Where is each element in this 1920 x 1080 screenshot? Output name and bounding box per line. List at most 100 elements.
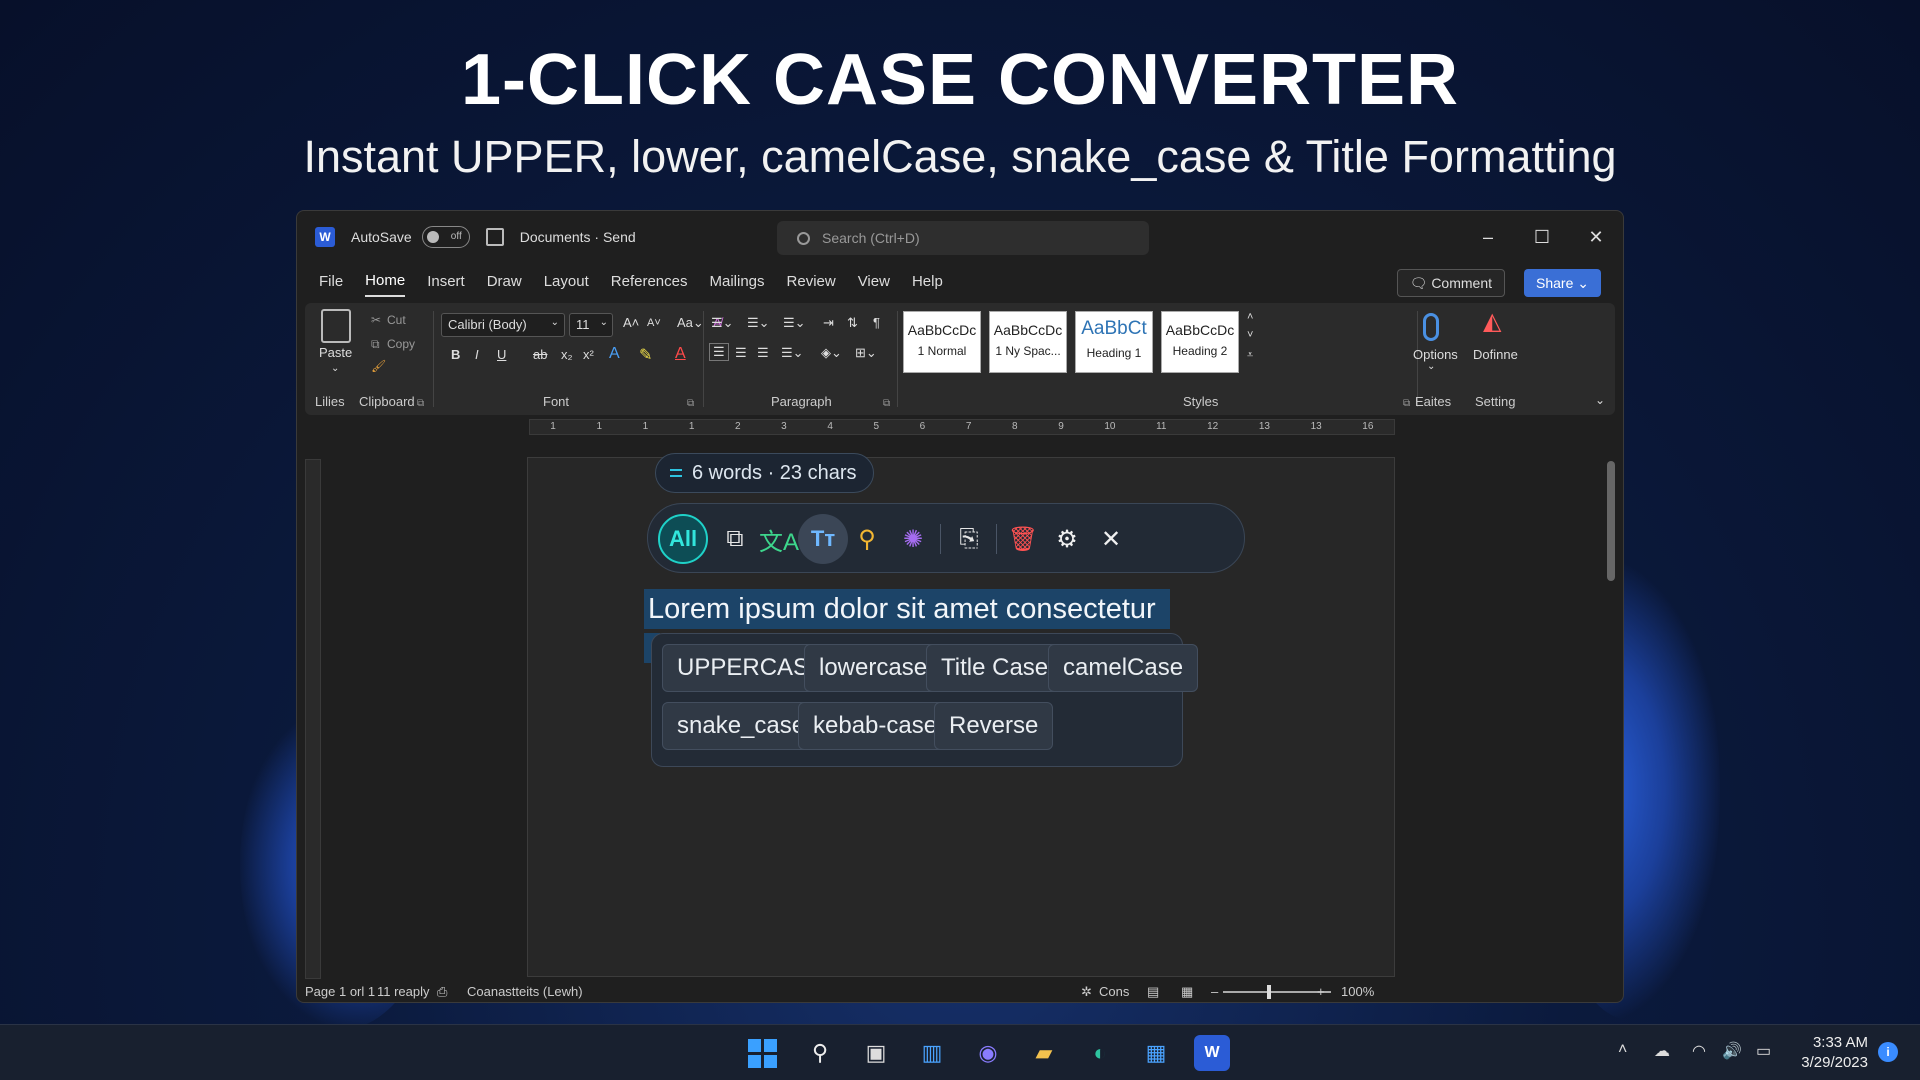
styles-scroll-up-icon[interactable]: ˄ [1247, 311, 1253, 323]
lowercase-button[interactable]: lowercase [804, 644, 943, 692]
search-icon[interactable]: ⚲ [842, 514, 892, 564]
options-label[interactable]: Options [1413, 347, 1458, 362]
edge-browser-icon[interactable]: ◐ [1082, 1035, 1118, 1071]
strikethrough-icon[interactable]: ab [533, 347, 547, 362]
tab-layout[interactable]: Layout [544, 267, 589, 296]
tab-insert[interactable]: Insert [427, 267, 465, 296]
format-painter-icon[interactable]: 🖌 [371, 359, 386, 373]
subscript-icon[interactable]: x₂ [561, 347, 573, 362]
kebab-case-button[interactable]: kebab-case [798, 702, 953, 750]
tray-chevron-icon[interactable]: ˄ [1618, 1041, 1627, 1059]
borders-icon[interactable]: ⊞⌄ [855, 345, 877, 361]
camelcase-button[interactable]: camelCase [1048, 644, 1199, 692]
style-heading-2[interactable]: AaBbCcDc Heading 2 [1161, 311, 1239, 373]
cut-label[interactable]: Cut [387, 313, 406, 327]
paste-label[interactable]: Paste [319, 345, 352, 360]
reverse-button[interactable]: Reverse [934, 702, 1054, 750]
highlight-icon[interactable]: ✎ [639, 345, 652, 365]
selected-text[interactable]: Lorem ipsum dolor sit amet consectetur [644, 589, 1170, 629]
save-icon[interactable] [485, 228, 504, 246]
font-name-select[interactable]: Calibri (Body) ⌄ [441, 313, 565, 337]
bookmark-add-icon[interactable]: ⎘ [944, 514, 994, 564]
onedrive-cloud-icon[interactable]: ☁ [1654, 1041, 1670, 1061]
styles-scroll-down-icon[interactable]: ˅ [1247, 329, 1253, 341]
italic-icon[interactable]: I [475, 347, 479, 362]
numbering-icon[interactable]: ☰⌄ [747, 315, 770, 331]
align-left-icon[interactable]: ☰ [709, 343, 729, 361]
language-status[interactable]: Coanastteits (Lewh) [467, 984, 583, 999]
battery-icon[interactable]: ▭ [1756, 1041, 1771, 1061]
options-chevron-icon[interactable]: ⌄ [1427, 361, 1435, 372]
tab-references[interactable]: References [611, 267, 688, 296]
styles-more-icon[interactable]: ⩡ [1247, 349, 1253, 362]
sort-icon[interactable]: ⇅ [847, 315, 858, 331]
notification-badge[interactable]: i [1878, 1042, 1898, 1062]
font-launcher-icon[interactable]: ⧉ [687, 398, 694, 409]
indent-icon[interactable]: ⇥ [823, 315, 834, 331]
cut-icon[interactable]: ✂ [371, 313, 381, 327]
vertical-ruler[interactable] [305, 459, 321, 979]
tab-mailings[interactable]: Mailings [709, 267, 764, 296]
change-case-icon[interactable]: Aa⌄ [677, 315, 704, 331]
file-explorer-icon[interactable]: ▰ [1026, 1035, 1062, 1071]
share-button[interactable]: Share ⌄ [1524, 269, 1601, 297]
read-mode-icon[interactable]: ▤ [1147, 984, 1159, 1000]
wifi-icon[interactable]: ◠ [1692, 1041, 1706, 1061]
tab-draw[interactable]: Draw [487, 267, 522, 296]
style-no-spacing[interactable]: AaBbCcDc 1 Ny Spac... [989, 311, 1067, 373]
tab-file[interactable]: File [319, 267, 343, 296]
bullets-icon[interactable]: ☰⌄ [711, 315, 734, 331]
copy-icon[interactable]: ⧉ [710, 514, 760, 564]
settings-gear-icon[interactable]: ⚙ [1042, 514, 1092, 564]
zoom-level[interactable]: 100% [1341, 984, 1374, 999]
translate-icon[interactable]: 文A [754, 514, 804, 564]
select-all-button[interactable]: All [658, 514, 708, 564]
title-case-button[interactable]: Title Case [926, 644, 1064, 692]
align-center-icon[interactable]: ☰ [735, 345, 747, 361]
comment-button[interactable]: 🗨 Comment [1396, 269, 1505, 297]
page-count[interactable]: Page 1 orl 1 [305, 984, 375, 999]
dofinne-label[interactable]: Dofinne [1473, 347, 1518, 362]
styles-launcher-icon[interactable]: ⧉ [1403, 398, 1410, 409]
grow-font-icon[interactable]: A˄ [623, 315, 639, 330]
minimize-button[interactable]: – [1461, 211, 1515, 263]
snake-case-button[interactable]: snake_case [662, 702, 821, 750]
dofinne-icon[interactable]: ◭ [1483, 307, 1501, 336]
tab-view[interactable]: View [858, 267, 890, 296]
system-clock[interactable]: 3:33 AM 3/29/2023 [1801, 1033, 1868, 1073]
print-layout-icon[interactable]: ▦ [1181, 984, 1193, 1000]
word-app-icon[interactable]: W [1194, 1035, 1230, 1071]
tab-help[interactable]: Help [912, 267, 943, 296]
style-normal[interactable]: AaBbCcDc 1 Normal [903, 311, 981, 373]
horizontal-ruler[interactable]: 1 1 1 1 2 3 4 5 6 7 8 9 10 11 12 13 13 1… [529, 419, 1395, 435]
clipboard-launcher-icon[interactable]: ⧉ [417, 398, 424, 409]
zoom-in-button[interactable]: + [1317, 984, 1325, 999]
proofing-icon[interactable]: ⎙ [437, 984, 447, 1000]
widgets-icon[interactable]: ▥ [914, 1035, 950, 1071]
show-marks-icon[interactable]: ¶ [873, 315, 880, 330]
zoom-slider-track[interactable] [1223, 991, 1331, 993]
collapse-ribbon-icon[interactable]: ⌄ [1595, 393, 1605, 407]
maximize-button[interactable]: ☐ [1515, 211, 1569, 263]
line-spacing-icon[interactable]: ☰⌄ [781, 345, 804, 361]
focus-label[interactable]: Cons [1099, 984, 1129, 999]
tab-review[interactable]: Review [787, 267, 836, 296]
search-icon[interactable]: ⚲ [802, 1035, 838, 1071]
store-icon[interactable]: ▦ [1138, 1035, 1174, 1071]
start-windows-icon[interactable] [744, 1035, 780, 1071]
zoom-slider-thumb[interactable] [1267, 985, 1271, 999]
tab-home[interactable]: Home [365, 266, 406, 297]
bold-icon[interactable]: B [451, 347, 460, 362]
copy-label[interactable]: Copy [387, 337, 415, 351]
paste-chevron-icon[interactable]: ⌄ [331, 363, 339, 374]
close-window-button[interactable]: ✕ [1569, 211, 1623, 263]
paragraph-launcher-icon[interactable]: ⧉ [883, 398, 890, 409]
word-count-status[interactable]: 11 reaply [377, 984, 430, 999]
copy-icon[interactable]: ⧉ [371, 337, 380, 352]
underline-icon[interactable]: U [497, 347, 506, 362]
superscript-icon[interactable]: x² [583, 347, 594, 362]
vertical-scrollbar[interactable] [1607, 461, 1615, 581]
chat-icon[interactable]: ◉ [970, 1035, 1006, 1071]
font-color-icon[interactable]: A [675, 345, 686, 363]
text-effects-icon[interactable]: A [609, 345, 620, 363]
